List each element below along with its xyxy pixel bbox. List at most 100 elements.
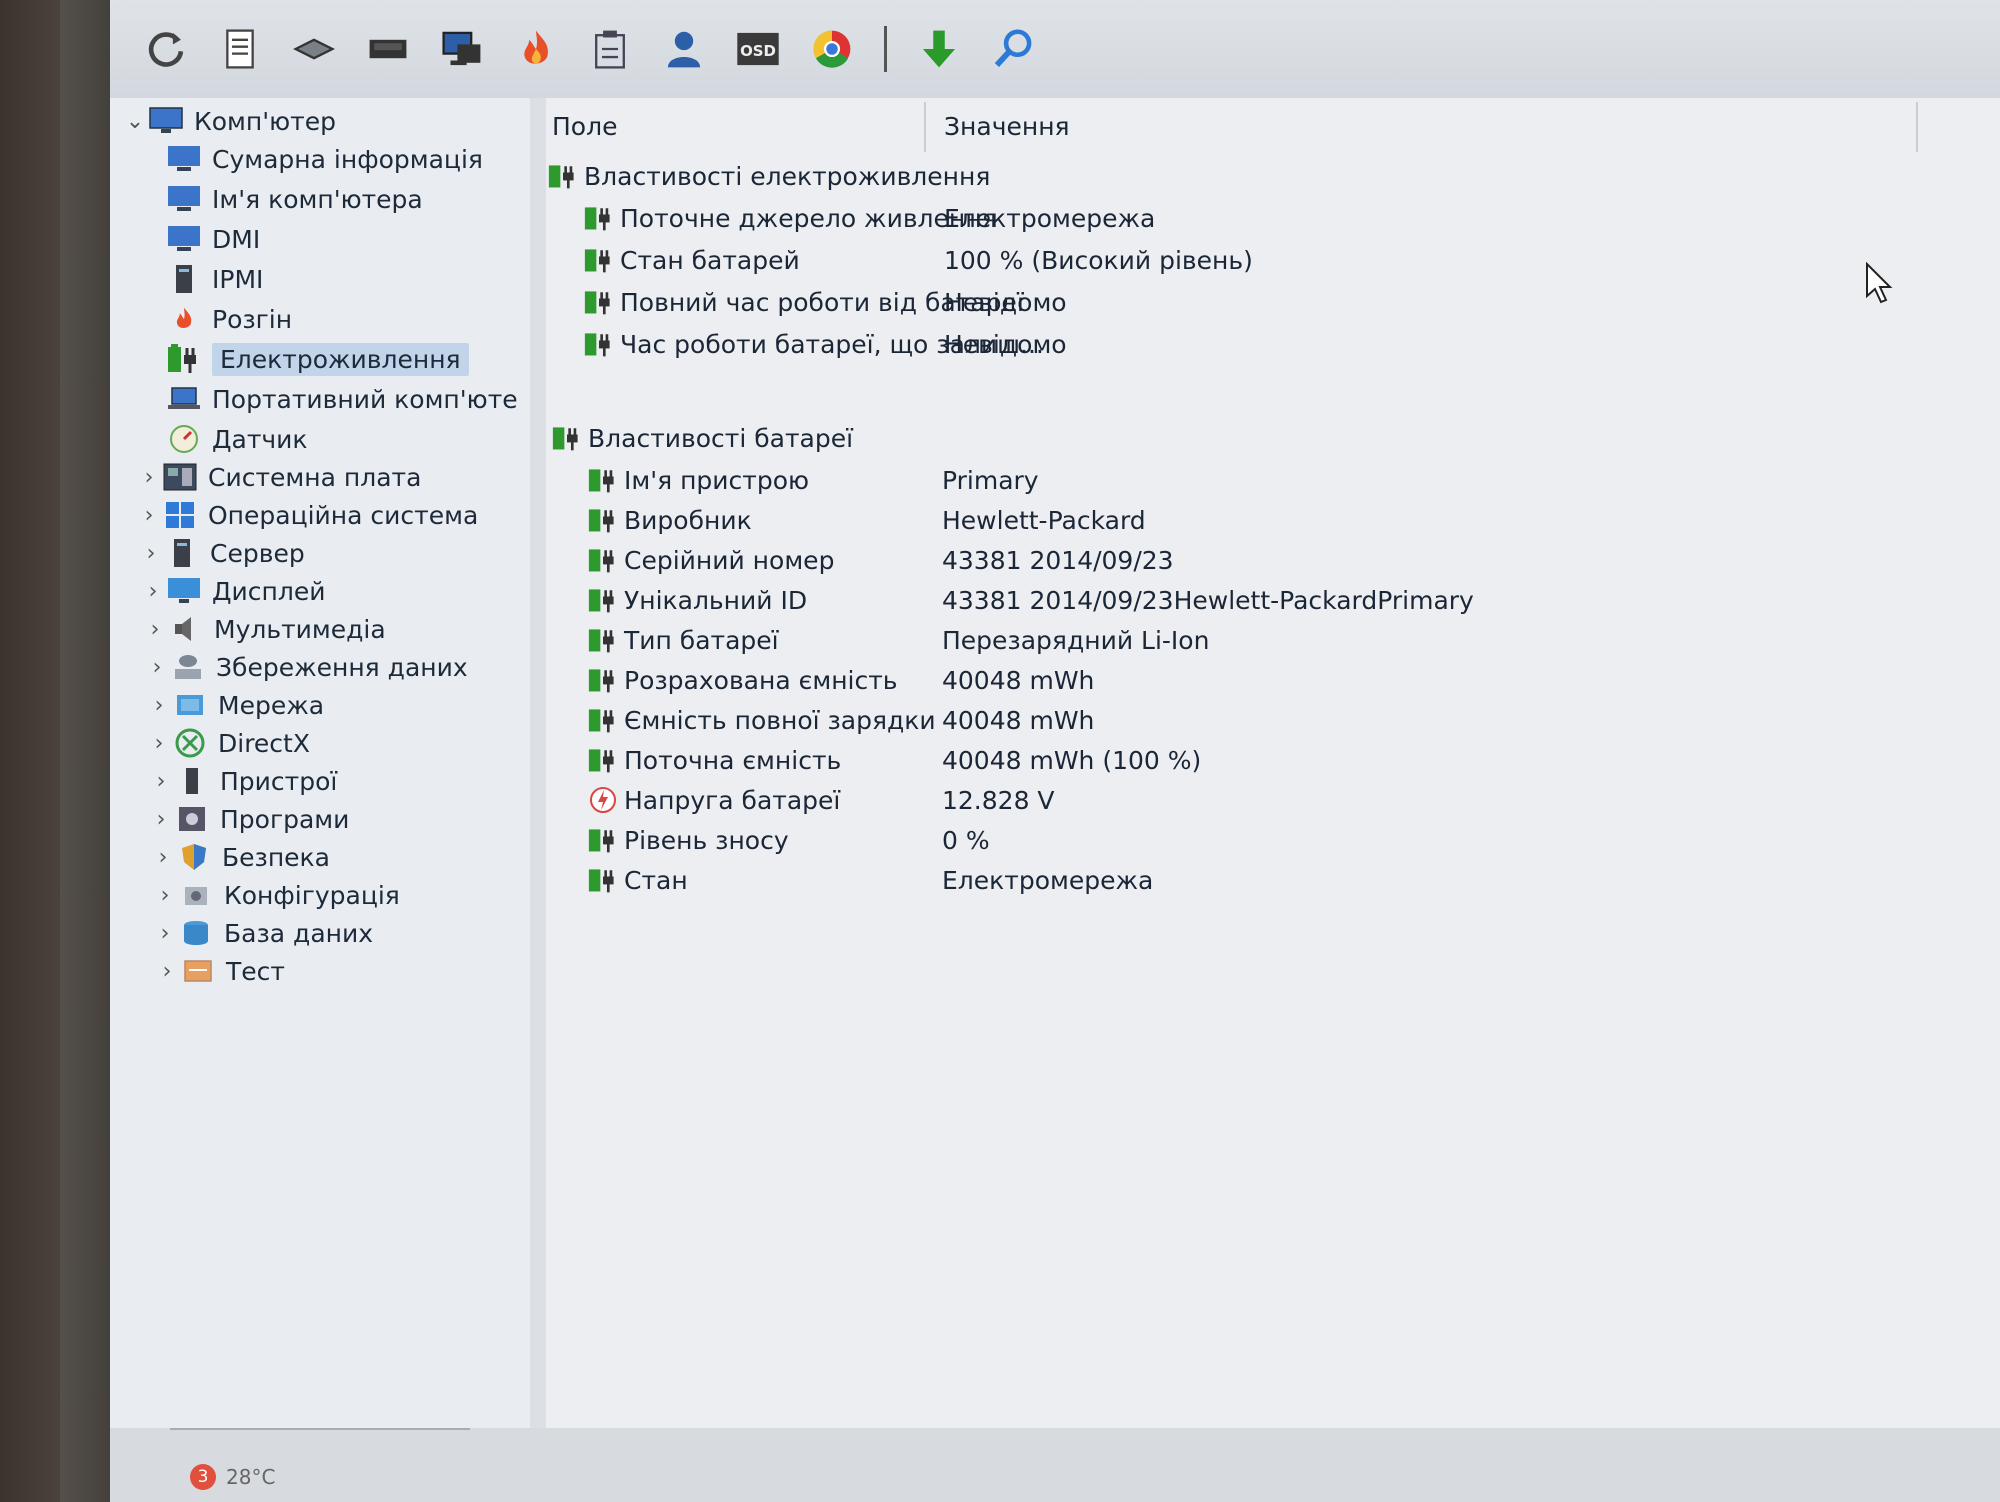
battery-plug-icon (588, 465, 618, 495)
column-header-field[interactable]: Поле (552, 112, 617, 141)
user-button[interactable] (658, 23, 710, 75)
programs-icon (174, 804, 210, 834)
tree-item-computer[interactable]: ⌄ Комп'ютер (122, 102, 336, 140)
field-value: 43381 2014/09/23Hewlett-PackardPrimary (942, 585, 1474, 615)
report-button[interactable] (214, 23, 266, 75)
chevron-right-icon[interactable]: › (138, 541, 164, 566)
chevron-down-icon[interactable]: ⌄ (122, 109, 148, 134)
overclock-button[interactable] (510, 23, 562, 75)
tree-label: Конфігурація (224, 880, 400, 910)
search-button[interactable] (987, 23, 1039, 75)
tree-item-power[interactable]: Електроживлення (166, 340, 469, 378)
list-row[interactable]: Тип батареї (588, 622, 779, 658)
tree-item-server[interactable]: › Сервер (138, 534, 305, 572)
battery-plug-icon (552, 423, 582, 453)
tree-item-dmi[interactable]: DMI (166, 220, 260, 258)
clipboard-button[interactable] (584, 23, 636, 75)
field-name: Ім'я пристрою (624, 465, 810, 495)
chevron-right-icon[interactable]: › (144, 655, 170, 680)
computer-icon (166, 144, 202, 174)
column-header-value[interactable]: Значення (944, 112, 1070, 141)
list-row[interactable]: Напруга батареї (588, 782, 840, 818)
field-value: 0 % (942, 825, 990, 855)
tree-item-network[interactable]: › Мережа (146, 686, 324, 724)
list-row[interactable]: Поточне джерело живлення (584, 200, 997, 236)
list-row[interactable]: Стан батарей (584, 242, 800, 278)
gauge-icon (166, 424, 202, 454)
toolbar-separator (884, 26, 887, 72)
tree-item-motherboard[interactable]: › Системна плата (136, 458, 422, 496)
computer-icon (148, 106, 184, 136)
tree-label: DMI (212, 224, 261, 254)
column-divider[interactable] (924, 102, 926, 152)
field-name: Розрахована ємність (624, 665, 898, 695)
group-title: Властивості батареї (588, 423, 854, 453)
tree-item-os[interactable]: › Операційна система (136, 496, 479, 534)
column-divider[interactable] (1916, 102, 1918, 152)
tree-item-overclock[interactable]: Розгін (166, 300, 292, 338)
list-row[interactable]: Виробник (588, 502, 752, 538)
list-row[interactable]: Ім'я пристрою (588, 462, 809, 498)
chevron-right-icon[interactable]: › (152, 921, 178, 946)
chevron-right-icon[interactable]: › (146, 693, 172, 718)
weather-widget[interactable]: 3 28°C (190, 1464, 275, 1490)
refresh-button[interactable] (140, 23, 192, 75)
tree-label: Розгін (212, 304, 293, 334)
tree-label: Дисплей (212, 576, 326, 606)
chevron-right-icon[interactable]: › (136, 465, 162, 490)
network-icon (172, 690, 208, 720)
chip-button[interactable] (362, 23, 414, 75)
list-row[interactable]: Ємність повної зарядки (588, 702, 936, 738)
field-name: Тип батареї (624, 625, 779, 655)
list-row[interactable]: Поточна ємність (588, 742, 841, 778)
tree-item-multimedia[interactable]: › Мультимедіа (142, 610, 386, 648)
chevron-right-icon[interactable]: › (146, 731, 172, 756)
battery-plug-icon (584, 203, 614, 233)
field-value: Невідомо (944, 329, 1067, 359)
tree-item-security[interactable]: › Безпека (150, 838, 330, 876)
chevron-right-icon[interactable]: › (148, 769, 174, 794)
osd-button[interactable]: OSD (732, 23, 784, 75)
database-icon (178, 918, 214, 948)
chevron-right-icon[interactable]: › (150, 845, 176, 870)
laptop-icon (166, 384, 202, 414)
download-button[interactable] (913, 23, 965, 75)
list-row[interactable]: Серійний номер (588, 542, 834, 578)
chevron-right-icon[interactable]: › (136, 503, 162, 528)
tree-item-database[interactable]: › База даних (152, 914, 373, 952)
chevron-right-icon[interactable]: › (142, 617, 168, 642)
chrome-button[interactable] (806, 23, 858, 75)
tree-item-directx[interactable]: › DirectX (146, 724, 310, 762)
battery-plug-icon (584, 287, 614, 317)
report-icon (226, 29, 254, 69)
chevron-right-icon[interactable]: › (152, 883, 178, 908)
list-row[interactable]: Розрахована ємність (588, 662, 898, 698)
list-row[interactable]: Рівень зносу (588, 822, 789, 858)
list-row[interactable]: Стан (588, 862, 688, 898)
tree-item-display[interactable]: › Дисплей (140, 572, 326, 610)
tree-item-config[interactable]: › Конфігурація (152, 876, 400, 914)
download-arrow-icon (922, 30, 956, 68)
config-icon (178, 880, 214, 910)
memory-button[interactable] (288, 23, 340, 75)
tree-item-computer-name[interactable]: Ім'я комп'ютера (166, 180, 423, 218)
tree-item-portable[interactable]: Портативний комп'юте (166, 380, 518, 418)
tree-item-sensor[interactable]: Датчик (166, 420, 308, 458)
tree-item-summary[interactable]: Сумарна інформація (166, 140, 483, 178)
chevron-right-icon[interactable]: › (140, 579, 166, 604)
tree-item-devices[interactable]: › Пристрої (148, 762, 338, 800)
tree-item-programs[interactable]: › Програми (148, 800, 350, 838)
tree-item-ipmi[interactable]: IPMI (166, 260, 263, 298)
chevron-right-icon[interactable]: › (148, 807, 174, 832)
group-header-battery[interactable]: Властивості батареї (552, 420, 853, 456)
group-header-power[interactable]: Властивості електроживлення (548, 158, 990, 194)
chevron-right-icon[interactable]: › (154, 959, 180, 984)
panel-splitter[interactable] (530, 98, 546, 1448)
computer-button[interactable] (436, 23, 488, 75)
battery-plug-icon (588, 865, 618, 895)
field-name: Поточне джерело живлення (620, 203, 997, 233)
tree-item-test[interactable]: › Тест (154, 952, 285, 990)
list-row[interactable]: Унікальний ID (588, 582, 807, 618)
field-value: 40048 mWh (942, 705, 1095, 735)
tree-item-storage[interactable]: › Збереження даних (144, 648, 468, 686)
